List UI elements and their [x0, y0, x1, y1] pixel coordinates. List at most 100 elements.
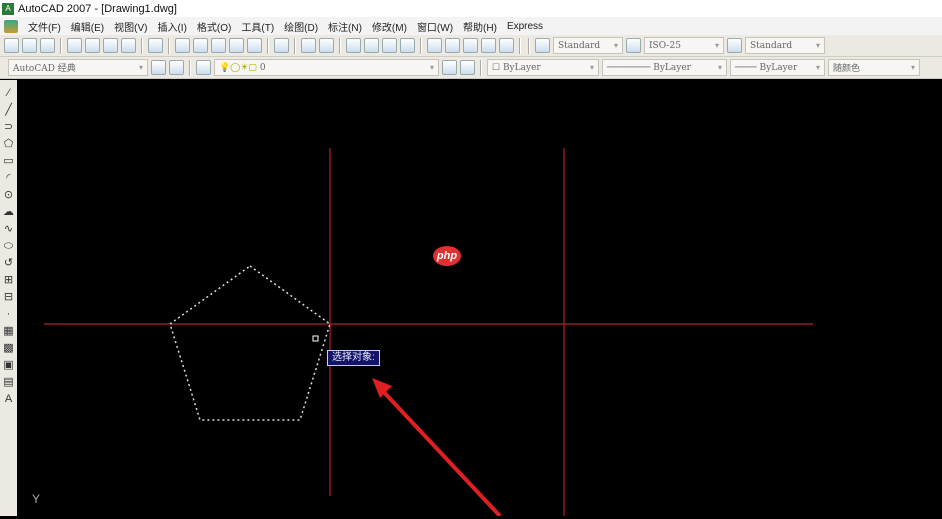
- document-icon[interactable]: [4, 19, 18, 33]
- design-center-icon[interactable]: [400, 38, 415, 53]
- quickcalc-icon[interactable]: [481, 38, 496, 53]
- table-style-value: Standard: [750, 40, 793, 51]
- block-editor-icon[interactable]: [229, 38, 244, 53]
- separator: [141, 37, 143, 54]
- layer-value: 0: [259, 62, 266, 73]
- rectangle-icon[interactable]: ▭: [3, 154, 15, 168]
- save-icon[interactable]: [40, 38, 55, 53]
- separator: [189, 59, 191, 76]
- properties-icon[interactable]: [382, 38, 397, 53]
- separator: [528, 37, 530, 54]
- dim-style-icon[interactable]: [626, 38, 641, 53]
- drawing-canvas[interactable]: [18, 80, 942, 518]
- cut-icon[interactable]: [148, 38, 163, 53]
- autocad-app-icon[interactable]: A: [2, 2, 14, 15]
- hatch-icon[interactable]: ▦: [3, 324, 15, 338]
- menu-item[interactable]: 插入(I): [157, 19, 186, 34]
- ellipse-arc-icon[interactable]: ↺: [3, 256, 15, 270]
- standard-toolbar: Standard ▾ ISO-25 ▾ Standard ▾: [0, 35, 942, 57]
- lineweight-value-wrap: ──── ByLayer: [735, 62, 798, 73]
- title-bar: A AutoCAD 2007 - [Drawing1.dwg]: [0, 0, 942, 17]
- lineweight-value: ByLayer: [759, 62, 798, 73]
- zoom-previous-icon[interactable]: [364, 38, 379, 53]
- plotstyle-select[interactable]: 随颜色 ▾: [828, 59, 920, 76]
- lineweight-select[interactable]: ──── ByLayer ▾: [730, 59, 825, 76]
- line-icon[interactable]: ⁄: [3, 86, 15, 100]
- undo-icon[interactable]: [247, 38, 262, 53]
- revision-cloud-icon[interactable]: ☁: [3, 205, 15, 219]
- menu-item[interactable]: 绘图(D): [284, 19, 318, 34]
- redo-icon[interactable]: [274, 38, 289, 53]
- ellipse-icon[interactable]: ⬭: [3, 239, 15, 253]
- text-style-icon[interactable]: [535, 38, 550, 53]
- make-block-icon[interactable]: ⊟: [3, 290, 15, 304]
- select-objects-tooltip: 选择对象:: [327, 350, 380, 366]
- polyline-icon[interactable]: ⊃: [3, 120, 15, 134]
- menu-item[interactable]: 格式(O): [197, 19, 231, 34]
- table-style-select[interactable]: Standard ▾: [745, 37, 825, 54]
- new-icon[interactable]: [4, 38, 19, 53]
- region-icon[interactable]: ▣: [3, 358, 15, 372]
- construction-line-icon[interactable]: ╱: [3, 103, 15, 117]
- menu-item[interactable]: Express: [507, 21, 543, 32]
- menu-item[interactable]: 帮助(H): [463, 19, 497, 34]
- 3d-dwf-icon[interactable]: [121, 38, 136, 53]
- table-icon[interactable]: ▤: [3, 375, 15, 389]
- draw-toolbar: ⁄ ╱ ⊃ ⬠ ▭ ◜ ⊙ ☁ ∿ ⬭ ↺ ⊞ ⊟ · ▦ ▩ ▣ ▤ A: [0, 80, 17, 516]
- gradient-icon[interactable]: ▩: [3, 341, 15, 355]
- workspace-value: AutoCAD 经典: [13, 64, 76, 74]
- publish-icon[interactable]: [103, 38, 118, 53]
- text-style-value: Standard: [558, 40, 601, 51]
- menu-item[interactable]: 标注(N): [328, 19, 362, 34]
- make-current-layer-icon[interactable]: [442, 60, 457, 75]
- polygon-icon[interactable]: ⬠: [3, 137, 15, 151]
- multiline-text-icon[interactable]: A: [3, 392, 15, 406]
- customize-icon[interactable]: [169, 60, 184, 75]
- layer-select[interactable]: 💡◯☀▢ 0 ▾: [214, 59, 439, 76]
- dim-style-select[interactable]: ISO-25 ▾: [644, 37, 724, 54]
- separator: [420, 37, 422, 54]
- workspace-select[interactable]: AutoCAD 经典 ▾: [8, 59, 148, 76]
- table-style-icon[interactable]: [727, 38, 742, 53]
- open-icon[interactable]: [22, 38, 37, 53]
- point-icon[interactable]: ·: [3, 307, 15, 321]
- menu-item[interactable]: 视图(V): [114, 19, 147, 34]
- tool-palettes-icon[interactable]: [427, 38, 442, 53]
- dim-style-value: ISO-25: [649, 40, 681, 51]
- linetype-value-wrap: ──────── ByLayer: [607, 62, 691, 73]
- help-icon[interactable]: [499, 38, 514, 53]
- linetype-select[interactable]: ──────── ByLayer ▾: [602, 59, 727, 76]
- circle-icon[interactable]: ⊙: [3, 188, 15, 202]
- markup-icon[interactable]: [463, 38, 478, 53]
- menu-item[interactable]: 窗口(W): [417, 19, 453, 34]
- match-properties-icon[interactable]: [211, 38, 226, 53]
- copy-icon[interactable]: [175, 38, 190, 53]
- menu-item[interactable]: 文件(F): [28, 19, 61, 34]
- preview-icon[interactable]: [85, 38, 100, 53]
- arc-icon[interactable]: ◜: [3, 171, 15, 185]
- print-icon[interactable]: [67, 38, 82, 53]
- menu-item[interactable]: 修改(M): [372, 19, 407, 34]
- menu-item[interactable]: 编辑(E): [71, 19, 104, 34]
- sheet-set-icon[interactable]: [445, 38, 460, 53]
- layer-properties-icon[interactable]: [196, 60, 211, 75]
- color-select[interactable]: ☐ ByLayer ▾: [487, 59, 599, 76]
- zoom-window-icon[interactable]: [346, 38, 361, 53]
- window-title: AutoCAD 2007 - [Drawing1.dwg]: [18, 2, 177, 15]
- spline-icon[interactable]: ∿: [3, 222, 15, 236]
- pan-icon[interactable]: [301, 38, 316, 53]
- plotstyle-value: 随颜色: [833, 64, 861, 74]
- separator: [519, 37, 521, 54]
- paste-icon[interactable]: [193, 38, 208, 53]
- separator: [339, 37, 341, 54]
- drawing-svg: [44, 148, 813, 518]
- workspace-settings-icon[interactable]: [151, 60, 166, 75]
- insert-block-icon[interactable]: ⊞: [3, 273, 15, 287]
- menu-bar: 文件(F) 编辑(E) 视图(V) 插入(I) 格式(O) 工具(T) 绘图(D) 标注(N)…: [0, 17, 942, 35]
- separator: [480, 59, 482, 76]
- layer-previous-icon[interactable]: [460, 60, 475, 75]
- text-style-select[interactable]: Standard ▾: [553, 37, 623, 54]
- zoom-realtime-icon[interactable]: [319, 38, 334, 53]
- menu-item[interactable]: 工具(T): [241, 19, 274, 34]
- selected-pentagon[interactable]: [169, 265, 331, 421]
